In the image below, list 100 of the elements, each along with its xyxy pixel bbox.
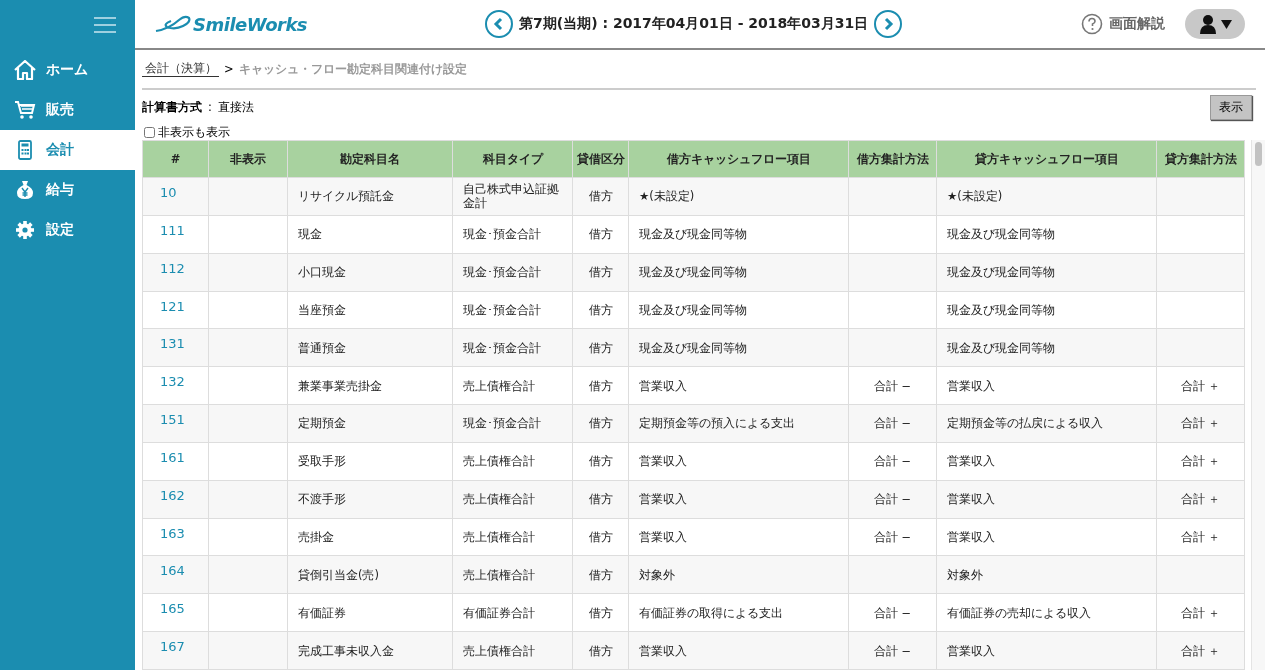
table-cell: 合計 −	[848, 480, 937, 519]
table-cell: 借方	[572, 328, 629, 367]
column-header: 借方キャッシュフロー項目	[628, 140, 849, 178]
cart-icon	[14, 100, 36, 120]
show-hidden-checkbox[interactable]	[144, 126, 155, 138]
help-link[interactable]: 画面解説	[1075, 12, 1171, 36]
table-cell: 兼業事業売掛金	[287, 366, 453, 405]
table-cell: 貸倒引当金(売)	[287, 555, 453, 594]
table-cell: 現金及び現金同等物	[936, 328, 1157, 367]
breadcrumb-separator: >	[224, 62, 234, 76]
code-link[interactable]: 111	[142, 215, 209, 254]
table-cell: 合計 ＋	[1156, 442, 1245, 481]
table-cell: 借方	[572, 215, 629, 254]
table-cell: 受取手形	[287, 442, 453, 481]
code-link[interactable]: 131	[142, 328, 209, 367]
table-cell: 合計 −	[848, 631, 937, 670]
table-cell: 営業収入	[628, 518, 849, 556]
code-link[interactable]: 163	[142, 518, 209, 556]
scrollbar[interactable]	[1251, 140, 1265, 670]
column-header: 貸方キャッシュフロー項目	[936, 140, 1157, 178]
table-cell: 現金及び現金同等物	[628, 328, 849, 367]
table-cell: リサイクル預託金	[287, 177, 453, 216]
help-icon	[1081, 13, 1103, 35]
scrollbar-thumb[interactable]	[1255, 142, 1262, 166]
table-cell: 借方	[572, 253, 629, 292]
next-period-button[interactable]	[874, 10, 903, 38]
table-cell: 合計 −	[848, 442, 937, 481]
column-header: 非表示	[208, 140, 288, 178]
table-cell: 合計 −	[848, 404, 937, 443]
logo[interactable]: SmileWorks	[155, 13, 485, 35]
table-cell: 営業収入	[936, 631, 1157, 670]
table-cell: 借方	[572, 404, 629, 443]
table-cell: 売上債権合計	[452, 442, 573, 481]
table-cell: 借方	[572, 631, 629, 670]
table-cell: 合計 −	[848, 593, 937, 632]
home-icon	[14, 60, 36, 80]
user-menu-button[interactable]	[1185, 9, 1245, 39]
sidebar-item[interactable]: 設定	[0, 210, 135, 250]
table-cell: 現金･預金合計	[452, 253, 573, 292]
table-cell: 営業収入	[936, 518, 1157, 556]
period-title: 第7期(当期) : 2017年04月01日 - 2018年03月31日	[519, 15, 869, 33]
table-cell: 売上債権合計	[452, 366, 573, 405]
column-header: #	[142, 140, 209, 178]
table-cell: 借方	[572, 480, 629, 519]
sidebar-item[interactable]: ホーム	[0, 50, 135, 90]
sidebar-item[interactable]: 給与	[0, 170, 135, 210]
code-link[interactable]: 112	[142, 253, 209, 292]
breadcrumb-current: キャッシュ・フロー勘定科目関連付け設定	[238, 61, 467, 77]
show-button[interactable]: 表示	[1210, 94, 1252, 120]
table-cell: 現金及び現金同等物	[936, 215, 1157, 254]
table-cell: 現金･預金合計	[452, 404, 573, 443]
table-cell: 合計 −	[848, 366, 937, 405]
code-link[interactable]: 132	[142, 366, 209, 405]
table-cell: 現金及び現金同等物	[628, 253, 849, 292]
table-cell: 合計 −	[848, 518, 937, 556]
checkbox-label: 非表示も表示	[158, 124, 230, 140]
previous-period-button[interactable]	[485, 10, 513, 38]
column-header: 科目タイプ	[452, 140, 573, 178]
table-cell: 現金･預金合計	[452, 291, 573, 329]
table-cell: 売上債権合計	[452, 518, 573, 556]
table-cell: 営業収入	[628, 442, 849, 481]
table-cell: 合計 ＋	[1156, 480, 1245, 519]
table-cell: 借方	[572, 555, 629, 594]
table-cell: 営業収入	[628, 631, 849, 670]
table-cell: 営業収入	[936, 480, 1157, 519]
code-link[interactable]: 151	[142, 404, 209, 443]
code-link[interactable]: 161	[142, 442, 209, 481]
table-cell: 現金及び現金同等物	[628, 291, 849, 329]
yen-bag-icon	[14, 180, 36, 200]
method-value: 直接法	[217, 99, 254, 115]
column-header: 貸借区分	[572, 140, 629, 178]
sidebar-item[interactable]: 販売	[0, 90, 135, 130]
breadcrumb-link[interactable]: 会計（決算）	[142, 61, 219, 77]
table-cell: 売上債権合計	[452, 480, 573, 519]
code-link[interactable]: 165	[142, 593, 209, 632]
table-cell: 現金	[287, 215, 453, 254]
code-link[interactable]: 167	[142, 631, 209, 670]
table-cell: 小口現金	[287, 253, 453, 292]
table-cell: 営業収入	[628, 480, 849, 519]
column-header: 勘定科目名	[287, 140, 453, 178]
code-link[interactable]: 162	[142, 480, 209, 519]
code-link[interactable]: 10	[142, 177, 209, 216]
table-cell: 借方	[572, 177, 629, 216]
user-icon	[1198, 14, 1217, 34]
sidebar-item[interactable]: 会計	[0, 130, 135, 170]
table-cell: 売掛金	[287, 518, 453, 556]
code-link[interactable]: 164	[142, 555, 209, 594]
table-cell: 定期預金等の払戻による収入	[936, 404, 1157, 443]
menu-icon[interactable]	[94, 16, 116, 34]
table-cell: 合計 ＋	[1156, 404, 1245, 443]
table-cell: 借方	[572, 291, 629, 329]
table-cell: 借方	[572, 518, 629, 556]
table-cell: 借方	[572, 442, 629, 481]
table-cell: 有価証券の売却による収入	[936, 593, 1157, 632]
table-cell: 売上債権合計	[452, 631, 573, 670]
table-cell: ★(未設定)	[628, 177, 849, 216]
table-cell: 定期預金	[287, 404, 453, 443]
table-cell: 営業収入	[936, 366, 1157, 405]
code-link[interactable]: 121	[142, 291, 209, 329]
table-cell: 定期預金等の預入による支出	[628, 404, 849, 443]
